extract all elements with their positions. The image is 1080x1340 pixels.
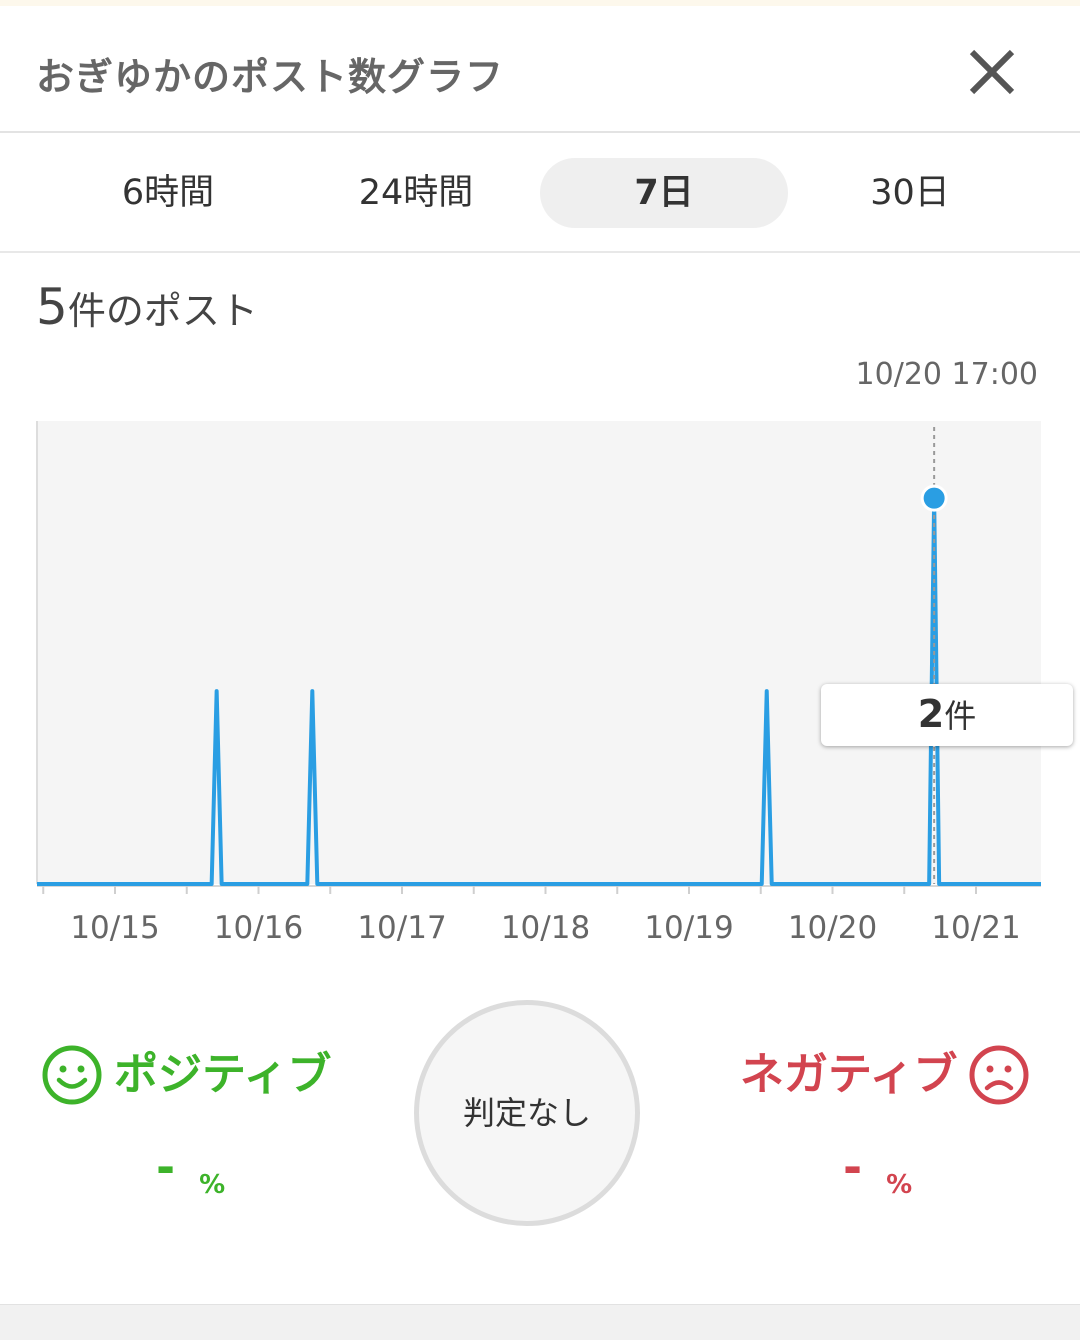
positive-label: ポジティブ <box>40 1040 331 1110</box>
positive-percent-value: - <box>156 1140 176 1194</box>
negative-text: ネガティブ <box>740 1049 958 1100</box>
post-count: 5件のポスト <box>36 278 258 338</box>
tooltip-unit: 件 <box>944 697 977 735</box>
close-button[interactable] <box>960 42 1024 106</box>
positive-percent-unit: % <box>199 1170 226 1200</box>
negative-label: ネガティブ <box>740 1040 1031 1110</box>
neutral-indicator: 判定なし <box>414 1000 640 1226</box>
neutral-label: 判定なし <box>462 1094 591 1132</box>
negative-percent-value: - <box>843 1140 863 1194</box>
post-count-number: 5 <box>36 278 68 336</box>
post-count-unit: 件のポスト <box>67 289 258 333</box>
bottom-bar <box>0 1304 1080 1340</box>
dialog-title: おぎゆかのポスト数グラフ <box>36 55 505 99</box>
tooltip-count: 2 <box>917 692 945 736</box>
selected-time: 10/20 17:00 <box>855 357 1038 392</box>
chart-plot-area <box>37 421 1041 884</box>
dialog-header: おぎゆかのポスト数グラフ <box>0 6 1080 133</box>
positive-text: ポジティブ <box>114 1049 332 1100</box>
negative-percent: -% <box>843 1140 912 1200</box>
chart-tooltip: 2件 <box>821 684 1073 746</box>
sad-face-icon <box>969 1045 1029 1105</box>
period-tabs: 6時間 24時間 7日 30日 <box>0 135 1080 253</box>
x-tick-label: 10/16 <box>214 910 303 946</box>
x-tick-label: 10/19 <box>644 910 733 946</box>
x-tick-label: 10/17 <box>357 910 446 946</box>
tab-7d[interactable]: 7日 <box>540 158 788 228</box>
close-icon <box>969 49 1015 95</box>
x-tick-label: 10/15 <box>70 910 159 946</box>
tab-24h[interactable]: 24時間 <box>292 158 540 228</box>
x-tick-label: 10/18 <box>501 910 590 946</box>
data-point <box>920 484 948 512</box>
x-tick-label: 10/21 <box>931 910 1020 946</box>
negative-percent-unit: % <box>886 1170 913 1200</box>
tab-30d[interactable]: 30日 <box>786 158 1034 228</box>
tab-6h[interactable]: 6時間 <box>44 158 292 228</box>
x-tick-label: 10/20 <box>788 910 877 946</box>
positive-percent: -% <box>156 1140 225 1200</box>
smile-face-icon <box>42 1045 102 1105</box>
